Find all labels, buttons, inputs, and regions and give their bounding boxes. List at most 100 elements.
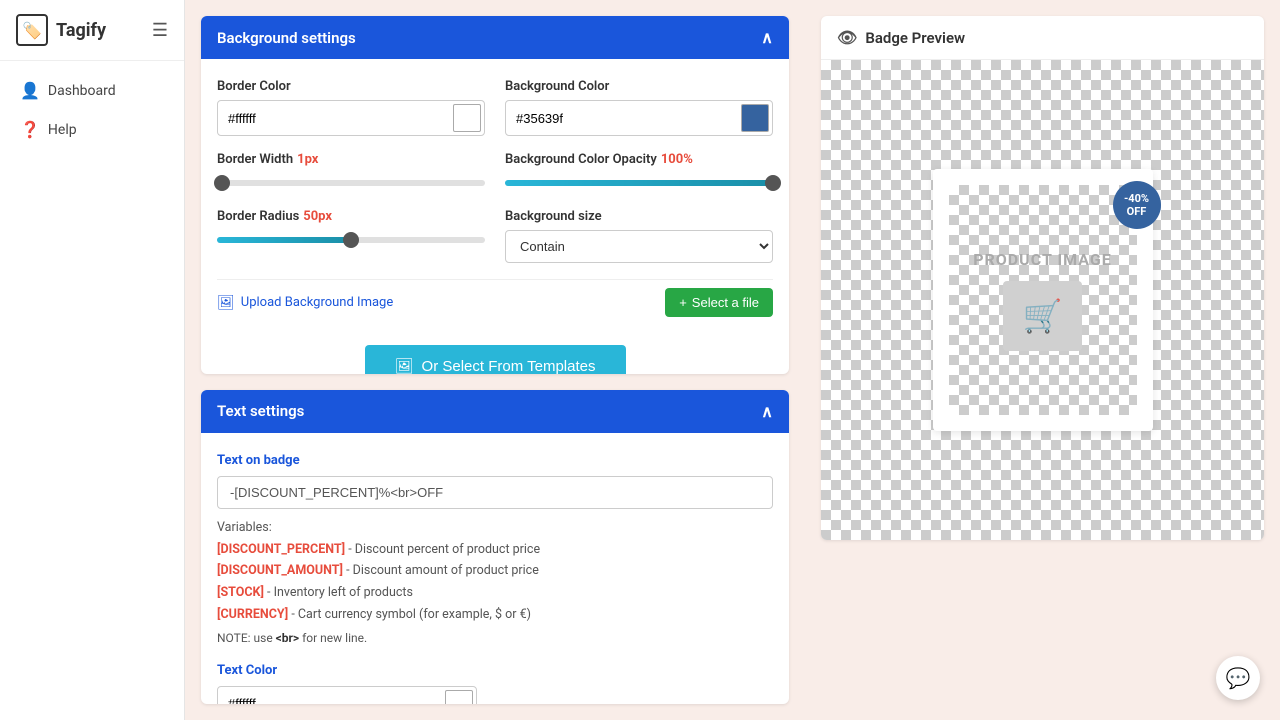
template-icon: 🖼 — [395, 357, 414, 374]
app-logo: 🏷️ — [16, 14, 48, 46]
bg-opacity-slider-wrapper — [505, 173, 773, 193]
bg-opacity-track — [505, 180, 773, 186]
template-btn-container: 🖼 Or Select From Templates — [217, 325, 773, 374]
text-on-badge-input[interactable] — [217, 476, 773, 509]
cart-icon-area: 🛒 — [1003, 281, 1083, 351]
border-color-swatch[interactable] — [453, 104, 481, 132]
dashboard-icon: 👤 — [20, 81, 40, 100]
background-collapse-icon[interactable]: ∧ — [761, 28, 773, 47]
text-settings-card: Text settings ∧ Text on badge Variables:… — [201, 390, 789, 704]
product-image-area: PRODUCT IMAGE 🛒 — [949, 185, 1137, 415]
sidebar-label-dashboard: Dashboard — [48, 83, 116, 99]
select-file-label: Select a file — [692, 295, 759, 310]
discount-line2: OFF — [1127, 205, 1147, 218]
border-radius-value: 50px — [303, 209, 332, 224]
var-name-currency: [CURRENCY] — [217, 607, 288, 622]
sidebar-nav: 👤 Dashboard ❓ Help — [0, 61, 184, 159]
border-width-track — [217, 180, 485, 186]
badge-preview-title: Badge Preview — [865, 29, 965, 47]
select-template-button[interactable]: 🖼 Or Select From Templates — [365, 345, 626, 374]
border-color-input[interactable] — [218, 105, 450, 132]
background-settings-title: Background settings — [217, 29, 356, 47]
variable-stock: [STOCK] - Inventory left of products — [217, 584, 773, 603]
border-width-group: Border Width1px — [217, 152, 485, 193]
sidebar-item-dashboard[interactable]: 👤 Dashboard — [0, 71, 184, 110]
sidebar-header: 🏷️ Tagify ☰ — [0, 0, 184, 61]
text-color-swatch[interactable] — [445, 690, 473, 704]
main-area: Background settings ∧ Border Color Backg… — [185, 0, 1280, 720]
border-color-group: Border Color — [217, 79, 485, 136]
badge-preview-header: 👁 Badge Preview — [821, 16, 1264, 60]
background-settings-card: Background settings ∧ Border Color Backg… — [201, 16, 789, 374]
var-name-stock: [STOCK] — [217, 585, 264, 600]
background-settings-header: Background settings ∧ — [201, 16, 789, 59]
border-radius-fill — [217, 237, 351, 243]
text-settings-header: Text settings ∧ — [201, 390, 789, 433]
variable-discount-amount: [DISCOUNT_AMOUNT] - Discount amount of p… — [217, 562, 773, 581]
bg-size-label: Background size — [505, 209, 773, 224]
border-radius-group: Border Radius50px — [217, 209, 485, 263]
preview-panel: 👁 Badge Preview -40% OFF PRODUCT IMAGE 🛒 — [805, 0, 1280, 720]
border-radius-track — [217, 237, 485, 243]
badge-preview-card: 👁 Badge Preview -40% OFF PRODUCT IMAGE 🛒 — [821, 16, 1264, 540]
upload-label[interactable]: 🖼 Upload Background Image — [217, 295, 393, 311]
slider-row-1: Border Width1px Background Color Opacity… — [217, 152, 773, 193]
product-card: -40% OFF PRODUCT IMAGE 🛒 — [933, 169, 1153, 431]
chat-icon: 💬 — [1226, 666, 1251, 690]
border-radius-slider-wrapper — [217, 230, 485, 250]
text-settings-title: Text settings — [217, 402, 304, 420]
bg-opacity-group: Background Color Opacity100% — [505, 152, 773, 193]
upload-label-text: Upload Background Image — [241, 295, 393, 310]
var-name-discount-amount: [DISCOUNT_AMOUNT] — [217, 563, 343, 578]
background-settings-body: Border Color Background Color — [201, 59, 789, 374]
text-settings-body: Text on badge Variables: [DISCOUNT_PERCE… — [201, 433, 789, 704]
text-color-input-group — [217, 686, 477, 704]
eye-icon: 👁 — [837, 28, 857, 47]
bg-size-select[interactable]: Contain Cover Auto — [505, 230, 773, 263]
variables-block: Variables: [DISCOUNT_PERCENT] - Discount… — [217, 519, 773, 647]
border-radius-thumb[interactable] — [343, 232, 359, 248]
bg-opacity-value: 100% — [661, 152, 693, 167]
discount-badge: -40% OFF — [1113, 181, 1161, 229]
slider-row-2: Border Radius50px Background size Co — [217, 209, 773, 263]
select-file-button[interactable]: + Select a file — [665, 288, 773, 317]
sidebar-item-help[interactable]: ❓ Help — [0, 110, 184, 149]
border-width-value: 1px — [297, 152, 318, 167]
menu-icon[interactable]: ☰ — [152, 20, 168, 41]
border-color-input-group — [217, 100, 485, 136]
sidebar: 🏷️ Tagify ☰ 👤 Dashboard ❓ Help — [0, 0, 185, 720]
upload-section: 🖼 Upload Background Image + Select a fil… — [217, 279, 773, 325]
text-collapse-icon[interactable]: ∧ — [761, 402, 773, 421]
background-color-input-group — [505, 100, 773, 136]
variable-currency: [CURRENCY] - Cart currency symbol (for e… — [217, 606, 773, 625]
background-color-input[interactable] — [506, 105, 738, 132]
bg-opacity-label: Background Color Opacity100% — [505, 152, 773, 167]
template-btn-label: Or Select From Templates — [422, 358, 596, 374]
sidebar-label-help: Help — [48, 122, 77, 138]
var-desc-stock: - Inventory left of products — [267, 585, 413, 600]
border-radius-label: Border Radius50px — [217, 209, 485, 224]
app-name: Tagify — [56, 20, 106, 41]
color-row: Border Color Background Color — [217, 79, 773, 136]
text-color-input[interactable] — [218, 690, 442, 704]
background-color-label: Background Color — [505, 79, 773, 94]
background-color-swatch[interactable] — [741, 104, 769, 132]
text-on-badge-subtitle: Text on badge — [217, 453, 773, 468]
border-width-thumb[interactable] — [214, 175, 230, 191]
border-color-label: Border Color — [217, 79, 485, 94]
bg-opacity-fill — [505, 180, 773, 186]
settings-panel: Background settings ∧ Border Color Backg… — [185, 0, 805, 720]
chat-button[interactable]: 💬 — [1216, 656, 1260, 700]
var-name-discount-percent: [DISCOUNT_PERCENT] — [217, 542, 345, 557]
border-width-label: Border Width1px — [217, 152, 485, 167]
badge-preview-content: -40% OFF PRODUCT IMAGE 🛒 — [821, 60, 1264, 540]
cart-icon: 🛒 — [1023, 297, 1063, 335]
note-text: NOTE: use <br> for new line. — [217, 629, 773, 647]
text-color-subtitle: Text Color — [217, 663, 773, 678]
logo-emoji: 🏷️ — [22, 21, 42, 40]
select-file-plus-icon: + — [679, 295, 687, 310]
var-desc-currency: - Cart currency symbol (for example, $ o… — [291, 607, 531, 622]
product-image-text: PRODUCT IMAGE — [973, 250, 1112, 269]
bg-opacity-thumb[interactable] — [765, 175, 781, 191]
help-icon: ❓ — [20, 120, 40, 139]
